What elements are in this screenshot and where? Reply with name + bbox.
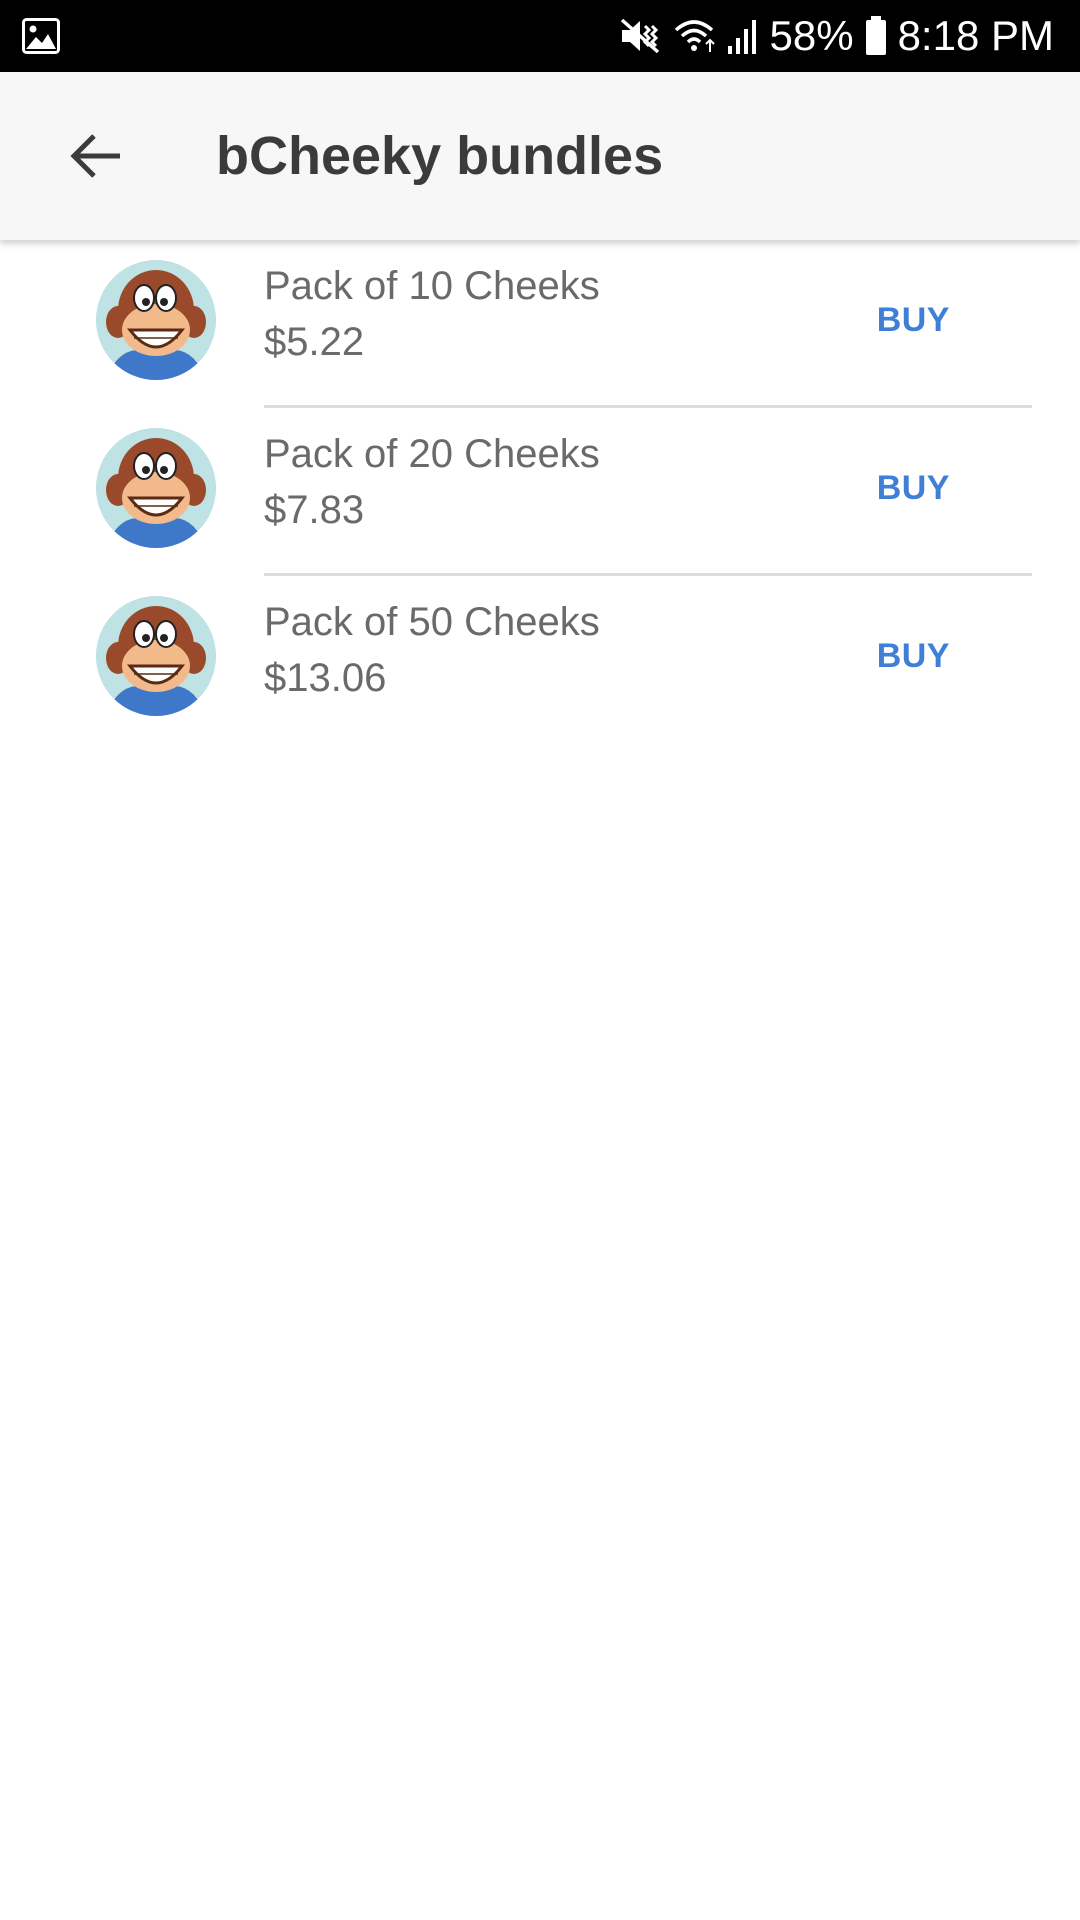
- buy-button[interactable]: BUY: [865, 290, 962, 350]
- battery-icon: [864, 15, 888, 57]
- monkey-mascot-avatar: [96, 428, 216, 548]
- monkey-mascot-avatar: [96, 596, 216, 716]
- bundle-price: $13.06: [264, 656, 387, 700]
- page-title: bCheeky bundles: [216, 126, 664, 186]
- bundle-name: Pack of 10 Cheeks: [264, 264, 600, 308]
- status-indicators: 58% 8:18 PM: [618, 0, 1054, 72]
- bundle-list: Pack of 10 Cheeks $5.22 BUY Pack of 20 C…: [0, 240, 1080, 744]
- buy-button[interactable]: BUY: [865, 626, 962, 686]
- bundle-price: $7.83: [264, 488, 365, 532]
- list-item: Pack of 10 Cheeks $5.22 BUY: [0, 240, 1080, 408]
- list-item: Pack of 50 Cheeks $13.06 BUY: [0, 576, 1080, 744]
- monkey-mascot-avatar: [96, 260, 216, 380]
- bundle-name: Pack of 20 Cheeks: [264, 432, 600, 476]
- buy-button[interactable]: BUY: [865, 458, 962, 518]
- wifi-icon: [672, 16, 716, 56]
- bundle-price: $5.22: [264, 320, 365, 364]
- battery-percentage: 58%: [769, 12, 854, 59]
- back-button[interactable]: [60, 124, 132, 188]
- bundle-name: Pack of 50 Cheeks: [264, 600, 600, 644]
- clock: 8:18 PM: [897, 12, 1054, 59]
- back-arrow-icon: [70, 134, 120, 178]
- signal-icon: [726, 16, 760, 56]
- status-bar: 58% 8:18 PM: [0, 0, 1080, 72]
- list-item: Pack of 20 Cheeks $7.83 BUY: [0, 408, 1080, 576]
- mute-vibrate-icon: [618, 16, 662, 56]
- image-notification-icon: [22, 18, 60, 54]
- app-bar: bCheeky bundles: [0, 72, 1080, 240]
